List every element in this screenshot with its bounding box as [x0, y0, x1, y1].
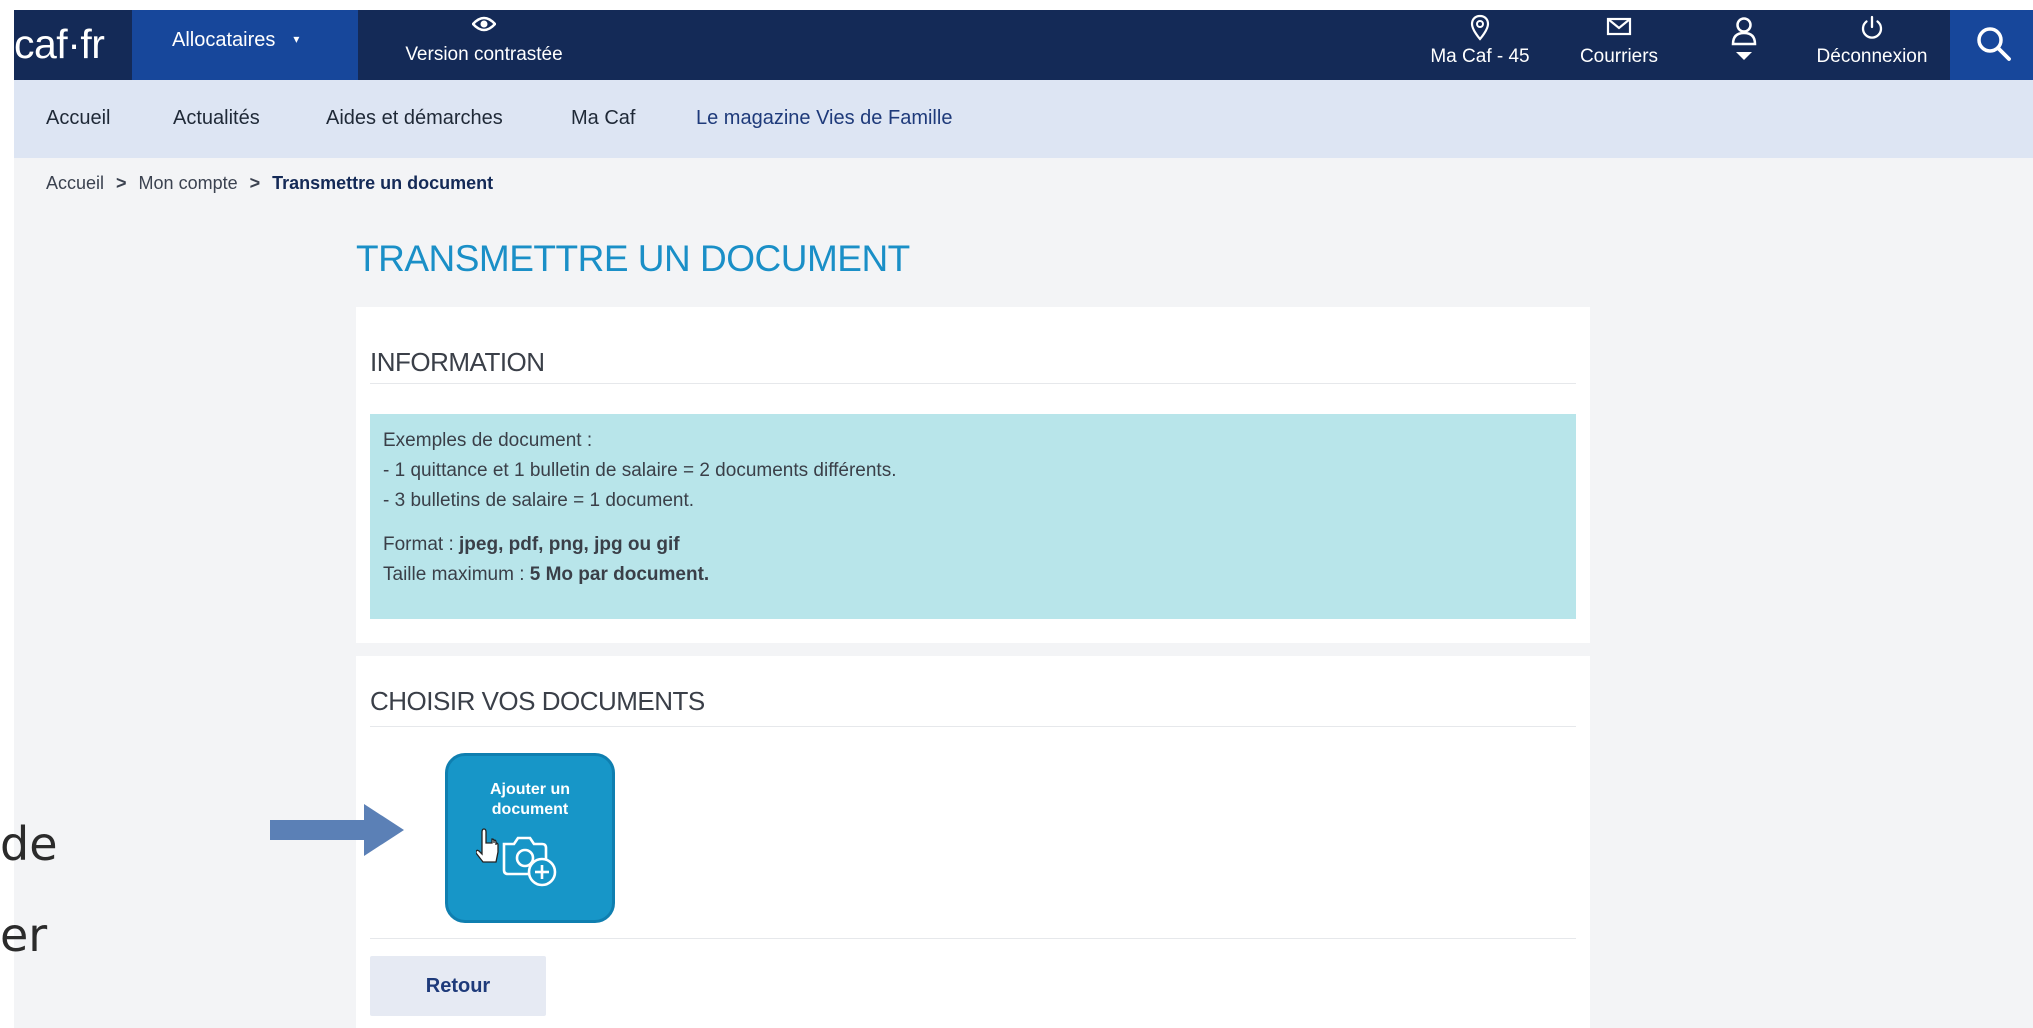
mail-icon: [1564, 12, 1674, 46]
breadcrumb: Accueil > Mon compte > Transmettre un docume…: [46, 173, 493, 194]
format-label: Format :: [383, 534, 460, 555]
nav-item-ma-caf[interactable]: Ma Caf: [571, 80, 635, 156]
examples-intro: Exemples de document :: [383, 430, 593, 451]
size-value: 5 Mo par document.: [529, 564, 710, 585]
main-navigation: Accueil Actualités Aides et démarches Ma…: [14, 80, 2033, 158]
information-heading: INFORMATION: [370, 347, 545, 377]
search-icon: [1974, 24, 2014, 69]
format-line: Format : jpeg, pdf, png, jpg ou gif: [383, 530, 1563, 560]
divider: [370, 938, 1576, 939]
caf-app-window: caf·fr Allocataires ▾ Version contrastée …: [14, 10, 2033, 1028]
logout-label: Déconnexion: [1816, 46, 1928, 67]
location-pin-icon: [1424, 12, 1536, 46]
account-menu-button[interactable]: [1714, 12, 1774, 74]
information-box: Exemples de document : - 1 quittance et …: [370, 414, 1576, 619]
example-line: - 1 quittance et 1 bulletin de salaire =…: [383, 460, 897, 481]
breadcrumb-chevron-icon: >: [116, 173, 127, 193]
annotation-arrow-icon: [270, 802, 406, 863]
breadcrumb-item-accueil[interactable]: Accueil: [46, 173, 104, 193]
information-panel: INFORMATION Exemples de document : - 1 q…: [356, 307, 1590, 643]
contrast-label: Version contrastée: [405, 44, 563, 65]
back-button[interactable]: Retour: [370, 956, 546, 1016]
breadcrumb-chevron-icon: >: [249, 173, 261, 193]
audience-menu-label: Allocataires: [172, 29, 276, 51]
courriers-button[interactable]: Courriers: [1564, 12, 1674, 68]
add-document-button[interactable]: Ajouter un document: [445, 753, 615, 923]
breadcrumb-item-current: Transmettre un document: [272, 173, 494, 193]
slide-text-fragment: er: [0, 908, 48, 962]
contrast-toggle[interactable]: Version contrastée: [384, 14, 584, 66]
page-title: TRANSMETTRE UN DOCUMENT: [356, 238, 910, 279]
user-icon: [1714, 12, 1774, 74]
nav-item-accueil[interactable]: Accueil: [46, 80, 110, 156]
search-button[interactable]: [1950, 10, 2033, 80]
slide-text-fragment: de: [0, 817, 58, 871]
divider: [370, 383, 1576, 384]
caf-logo[interactable]: caf·fr: [14, 16, 105, 72]
add-document-label: Ajouter un document: [490, 781, 570, 818]
power-icon: [1812, 12, 1932, 46]
ma-caf-location-button[interactable]: Ma Caf - 45: [1424, 12, 1536, 68]
documents-heading: CHOISIR VOS DOCUMENTS: [370, 686, 705, 716]
example-line: - 3 bulletins de salaire = 1 document.: [383, 490, 695, 511]
chevron-down-icon: ▾: [293, 32, 300, 46]
audience-menu[interactable]: Allocataires ▾: [132, 10, 358, 80]
breadcrumb-item-mon-compte[interactable]: Mon compte: [139, 173, 238, 193]
format-value: jpeg, pdf, png, jpg ou gif: [459, 534, 680, 555]
documents-panel: CHOISIR VOS DOCUMENTS Ajouter un document: [356, 656, 1590, 1028]
nav-item-aides-et-demarches[interactable]: Aides et démarches: [326, 80, 503, 156]
divider: [370, 726, 1576, 727]
camera-add-icon: [475, 828, 576, 895]
eye-icon: [384, 14, 584, 44]
size-line: Taille maximum : 5 Mo par document.: [383, 560, 1563, 590]
size-label: Taille maximum :: [383, 564, 530, 585]
ma-caf-label: Ma Caf - 45: [1430, 46, 1530, 67]
nav-item-actualites[interactable]: Actualités: [173, 80, 260, 156]
top-navbar: caf·fr Allocataires ▾ Version contrastée …: [14, 10, 2033, 80]
courriers-label: Courriers: [1579, 46, 1659, 67]
logout-button[interactable]: Déconnexion: [1812, 12, 1932, 68]
nav-item-magazine[interactable]: Le magazine Vies de Famille: [696, 80, 952, 156]
